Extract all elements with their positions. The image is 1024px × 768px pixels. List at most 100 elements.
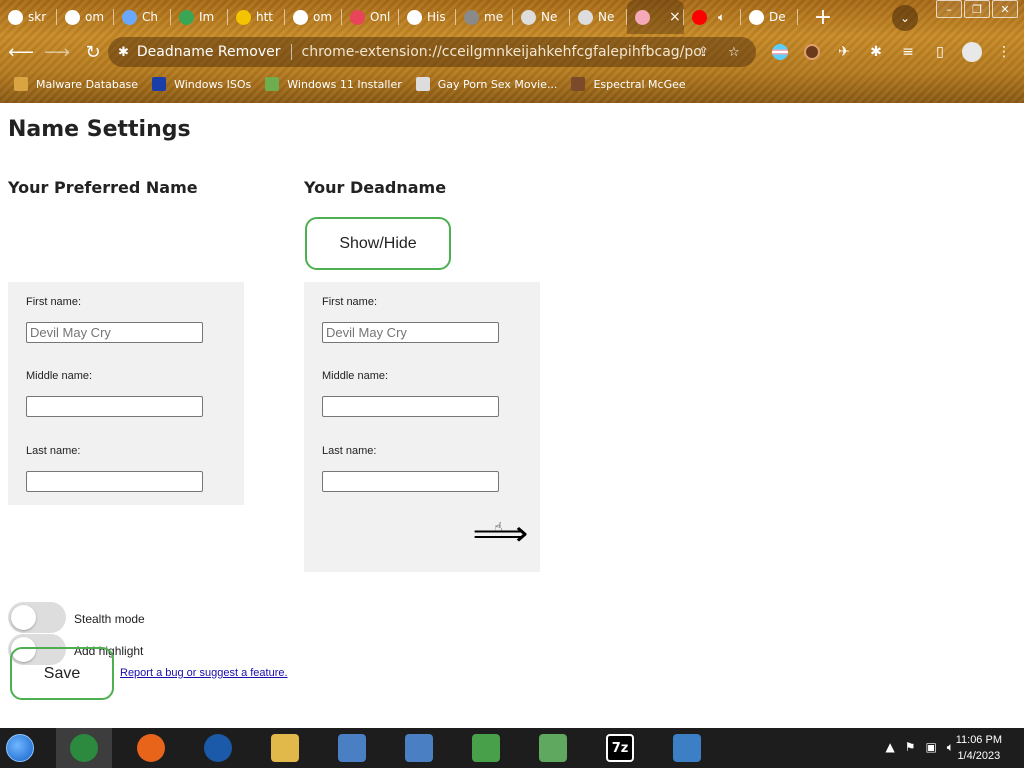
tux-icon [415, 77, 430, 91]
browser-tab[interactable]: htt [228, 0, 285, 34]
extensions-puzzle-icon[interactable]: ✱ [862, 38, 890, 66]
bookmark-item[interactable]: Malware Database [14, 77, 138, 91]
tab-title: Im [199, 10, 215, 24]
reading-list-icon[interactable]: ≡ [894, 38, 922, 66]
preferred-name-panel: First name: Middle name: Last name: [8, 282, 244, 505]
taskbar-app-network[interactable] [458, 728, 514, 768]
back-button[interactable]: ⟵ [6, 37, 36, 67]
reload-button[interactable]: ↻ [78, 37, 108, 67]
bookmark-label: Espectral McGee [593, 77, 686, 91]
window-controls: – ❐ ✕ [934, 0, 1018, 18]
taskbar-app-explorer[interactable] [257, 728, 313, 768]
save-button[interactable]: Save [10, 647, 114, 700]
browser-tab[interactable]: om [285, 0, 342, 34]
address-origin: Deadname Remover [137, 44, 292, 60]
toggle-knob [11, 605, 36, 630]
bookmark-item[interactable]: Espectral McGee [571, 77, 686, 91]
close-window-button[interactable]: ✕ [992, 0, 1018, 18]
taskbar-app-firefox[interactable] [123, 728, 179, 768]
browser-chrome: skr om Ch Im htt om Onl His me Ne Ne × 🔈︎ De + ⌄ – ❐ ✕… [0, 0, 1024, 103]
windows-taskbar: 7z ▲ ⚑ ▣ 🔈︎ 11:06 PM 1/4/2023 [0, 728, 1024, 768]
address-path: chrome-extension://cceilgmnkeijahkehfcgf… [301, 44, 702, 60]
youtube-icon [692, 9, 707, 25]
report-bug-link[interactable]: Report a bug or suggest a feature. [120, 667, 288, 679]
preferred-last-name-input[interactable] [26, 471, 203, 492]
minimize-button[interactable]: – [936, 0, 962, 18]
taskbar-app-disk[interactable] [525, 728, 581, 768]
browser-tab[interactable]: 🔈︎ [684, 0, 741, 34]
bookmark-label: Malware Database [36, 77, 139, 91]
taskbar-app-chrome[interactable] [56, 728, 112, 768]
network-tray-icon[interactable]: ▣ [925, 740, 936, 755]
feather-icon [8, 9, 23, 25]
tab-title: De [769, 10, 786, 24]
tray-overflow-icon[interactable]: ▲ [885, 740, 894, 755]
rocket-extension-icon[interactable]: ✈ [830, 38, 858, 66]
browser-tab[interactable]: Ch [114, 0, 171, 34]
taskbar-clock[interactable]: 11:06 PM 1/4/2023 [956, 732, 1002, 764]
puzzle-icon: ✱ [118, 44, 129, 60]
side-panel-icon[interactable]: ▯ [926, 38, 954, 66]
tab-title: skr [28, 10, 47, 24]
history-icon [407, 9, 422, 25]
folder-icon [14, 77, 28, 91]
browser-tab[interactable]: Ne [513, 0, 570, 34]
menu-kebab-icon[interactable]: ⋮ [990, 38, 1018, 66]
bookmark-item[interactable]: Windows ISOs [152, 77, 251, 91]
deadname-last-name-input[interactable] [322, 471, 499, 492]
preferred-first-name-input[interactable] [26, 322, 203, 343]
browser-tab[interactable]: De [741, 0, 798, 34]
tab-strip: skr om Ch Im htt om Onl His me Ne Ne × 🔈︎ De + [0, 0, 1024, 34]
forward-button[interactable]: ⟶ [42, 37, 72, 67]
flag-icon[interactable]: ⚑ [905, 740, 916, 755]
taskbar-app-photos[interactable] [659, 728, 715, 768]
browser-tab[interactable]: × [627, 0, 684, 34]
bookmark-item[interactable]: Windows 11 Installer [265, 77, 402, 91]
volume-icon[interactable]: 🔈︎ [947, 740, 954, 755]
chrome-icon [70, 734, 98, 762]
close-tab-icon[interactable]: × [669, 9, 681, 25]
deadname-first-name-label: First name: [322, 296, 378, 308]
clock-date: 1/4/2023 [957, 750, 1001, 762]
deadname-middle-name-label: Middle name: [322, 370, 389, 382]
browser-tab[interactable]: Ne [570, 0, 627, 34]
google-icon [293, 9, 308, 25]
preferred-middle-name-input[interactable] [26, 396, 203, 417]
tab-title: Ch [142, 10, 158, 24]
taskbar-app-obama[interactable] [190, 728, 246, 768]
avatar-extension-icon[interactable] [798, 38, 826, 66]
address-bar[interactable]: ✱ Deadname Remover chrome-extension://cc… [108, 37, 756, 67]
image-icon [265, 77, 280, 91]
browser-tab[interactable]: His [399, 0, 456, 34]
start-button[interactable] [0, 728, 40, 768]
restore-button[interactable]: ❐ [964, 0, 990, 18]
folder-icon [271, 734, 299, 762]
trans-flag-extension-icon[interactable] [766, 38, 794, 66]
bookmark-label: Windows ISOs [174, 77, 252, 91]
browser-tab[interactable]: me [456, 0, 513, 34]
browser-tab[interactable]: om [57, 0, 114, 34]
new-tab-button[interactable]: + [808, 2, 838, 32]
show-hide-button[interactable]: Show/Hide [305, 217, 451, 270]
google-icon [65, 9, 80, 25]
extension-popup-page: Name Settings Your Preferred Name Your D… [0, 103, 1024, 728]
browser-tab[interactable]: Onl [342, 0, 399, 34]
audio-playing-icon[interactable]: 🔈︎ [718, 10, 725, 25]
browser-tab[interactable]: skr [0, 0, 57, 34]
browser-tab[interactable]: Im [171, 0, 228, 34]
bookmarks-bar: Malware Database Windows ISOs Windows 11 I… [0, 72, 1024, 96]
taskbar-app-setup[interactable] [324, 728, 380, 768]
deadname-first-name-input[interactable] [322, 322, 499, 343]
avatar-icon [571, 77, 586, 91]
profile-icon[interactable] [958, 38, 986, 66]
taskbar-app-7zip[interactable]: 7z [592, 728, 648, 768]
stealth-mode-label: Stealth mode [74, 612, 145, 626]
share-icon[interactable]: ⇪ [698, 45, 709, 60]
tab-search-button[interactable]: ⌄ [892, 5, 918, 31]
deadname-middle-name-input[interactable] [322, 396, 499, 417]
bookmark-star-icon[interactable]: ☆ [728, 45, 740, 60]
taskbar-app-setup2[interactable] [391, 728, 447, 768]
bookmark-item[interactable]: Gay Porn Sex Movie... [415, 77, 557, 91]
tab-title: His [427, 10, 446, 24]
stealth-mode-toggle[interactable] [8, 602, 66, 633]
